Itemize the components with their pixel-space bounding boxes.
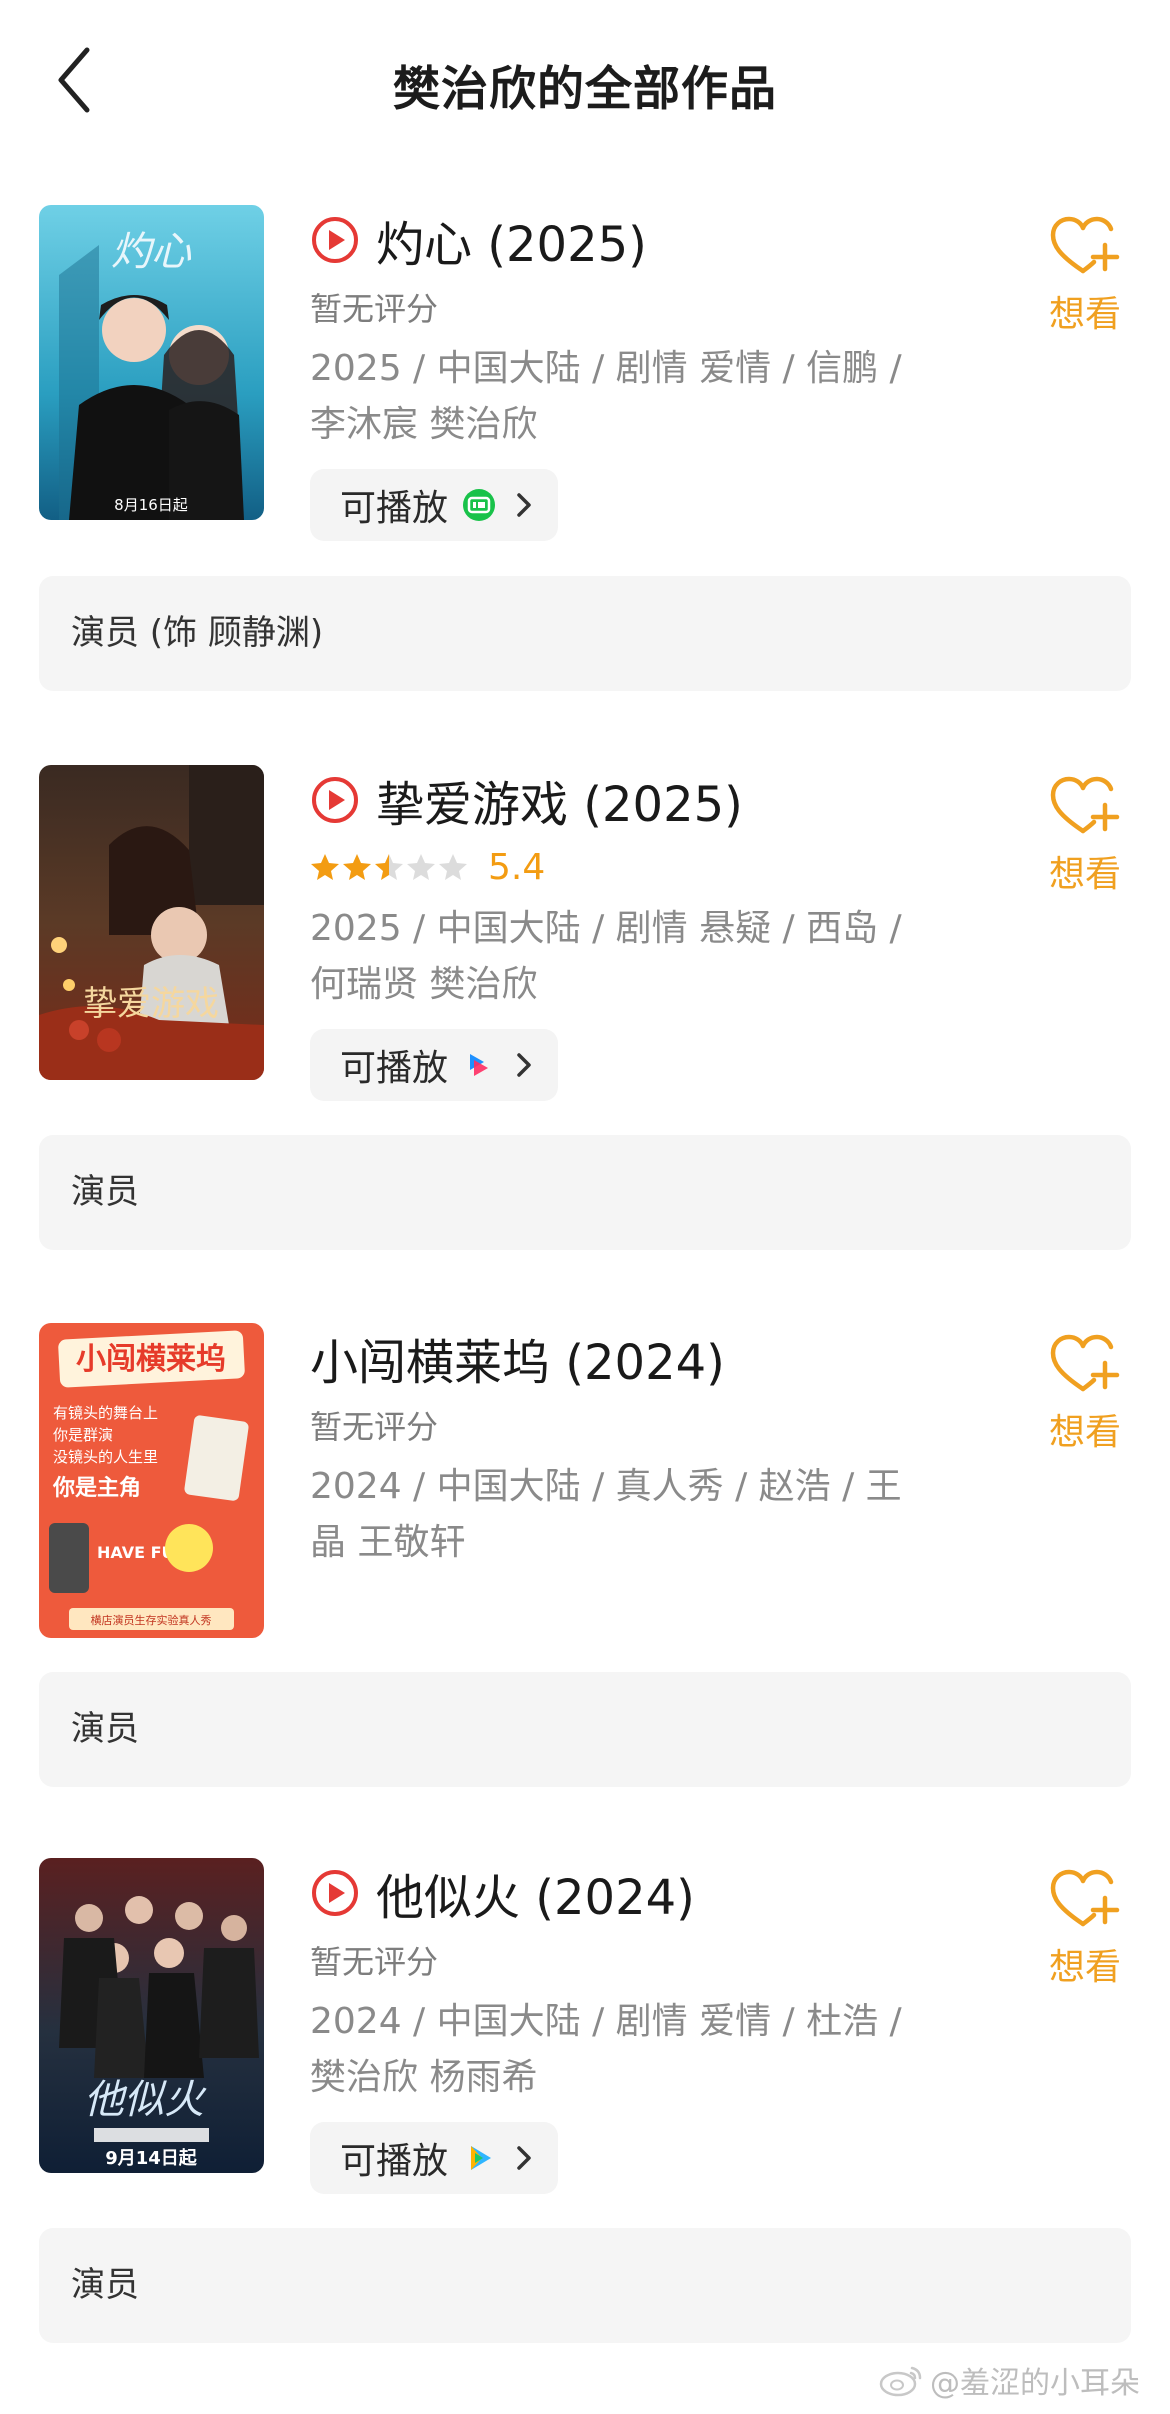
rating: 暂无评分 — [310, 283, 950, 331]
meta-line: 2024 / 中国大陆 / 真人秀 / 赵浩 / 王 — [310, 1466, 902, 1507]
role-box: 演员 — [39, 1135, 1131, 1250]
star-full-icon — [343, 854, 371, 880]
poster-text: 没镜头的人生里 — [53, 1448, 158, 1466]
work-title: 他似火 (2024) — [376, 1870, 695, 1926]
rating: 5.4 — [310, 843, 950, 891]
work-meta: 2024 / 中国大陆 / 剧情 爱情 / 杜浩 / 樊治欣 杨雨希 — [310, 1994, 950, 2106]
poster-title: 挚爱游戏 — [83, 984, 219, 1024]
header: 樊治欣的全部作品 — [0, 0, 1170, 160]
role-box: 演员 — [39, 1672, 1131, 1787]
heart-plus-icon — [1050, 1869, 1120, 1927]
play-icon — [312, 1870, 358, 1916]
poster-caption: 9月14日起 — [105, 2147, 198, 2169]
poster-caption: 8月16日起 — [114, 496, 188, 514]
want-label: 想看 — [1048, 1947, 1121, 1988]
title-row[interactable]: 挚爱游戏 (2025) — [310, 765, 950, 835]
poster-title: 他似火 — [84, 2077, 207, 2123]
star-rating — [310, 852, 470, 882]
work-title: 小闯横莱坞 (2024) — [310, 1335, 725, 1391]
play-label: 可播放 — [340, 2141, 449, 2182]
work-title: 灼心 (2025) — [376, 217, 647, 273]
poster-image[interactable]: 小闯横莱坞 有镜头的舞台上 你是群演 没镜头的人生里 你是主角 HAVE FUN… — [39, 1323, 264, 1638]
poster-title: 灼心 — [111, 229, 192, 275]
work-info: 他似火 (2024) 暂无评分 2024 / 中国大陆 / 剧情 爱情 / 杜浩… — [310, 1858, 950, 2194]
works-page: 樊治欣的全部作品 8月16日起 灼心 灼心 (2025) 暂无评分 2025 /… — [0, 0, 1170, 2414]
meta-line: 2024 / 中国大陆 / 剧情 爱情 / 杜浩 / — [310, 2001, 902, 2042]
star-empty-icon — [439, 854, 467, 880]
meta-line: 晶 王敬轩 — [310, 1522, 466, 1563]
want-to-watch-button[interactable]: 想看 — [1030, 1868, 1140, 1990]
poster-text: 你是主角 — [52, 1475, 141, 1501]
play-button[interactable]: 可播放 — [310, 469, 559, 541]
heart-plus-icon — [1050, 776, 1120, 834]
play-label: 可播放 — [340, 488, 449, 529]
poster-image[interactable]: 他似火 9月14日起 — [39, 1858, 264, 2173]
rating-text: 暂无评分 — [310, 290, 439, 328]
chevron-right-icon — [517, 1053, 531, 1077]
rating-text: 暂无评分 — [310, 1408, 439, 1446]
poster-image[interactable]: 挚爱游戏 — [39, 765, 264, 1080]
want-to-watch-button[interactable]: 想看 — [1030, 215, 1140, 337]
work-info: 挚爱游戏 (2025) 5.4 2025 / 中国大陆 / 剧情 悬疑 / 西岛… — [310, 765, 950, 1101]
title-row[interactable]: 灼心 (2025) — [310, 205, 950, 275]
watermark: @羞涩的小耳朵 — [878, 2358, 1140, 2402]
poster-text: 你是群演 — [53, 1426, 113, 1444]
want-label: 想看 — [1048, 854, 1121, 895]
chevron-right-icon — [517, 2146, 531, 2170]
iqiyi-icon — [463, 489, 496, 521]
work-meta: 2024 / 中国大陆 / 真人秀 / 赵浩 / 王 晶 王敬轩 — [310, 1459, 950, 1571]
rating: 暂无评分 — [310, 1936, 950, 1984]
star-half-icon — [375, 854, 403, 880]
page-title: 樊治欣的全部作品 — [393, 62, 777, 117]
rating: 暂无评分 — [310, 1401, 950, 1449]
want-to-watch-button[interactable]: 想看 — [1030, 1333, 1140, 1455]
meta-line: 2025 / 中国大陆 / 剧情 爱情 / 信鹏 / — [310, 348, 902, 389]
rating-text: 暂无评分 — [310, 1943, 439, 1981]
work-title: 挚爱游戏 (2025) — [376, 777, 743, 833]
poster-text: 横店演员生存实验真人秀 — [91, 1613, 212, 1627]
play-button[interactable]: 可播放 — [310, 1029, 559, 1101]
play-label: 可播放 — [340, 1048, 449, 1089]
watermark-text: @羞涩的小耳朵 — [930, 2366, 1140, 2401]
star-full-icon — [311, 854, 339, 880]
meta-line: 2025 / 中国大陆 / 剧情 悬疑 / 西岛 / — [310, 908, 902, 949]
want-label: 想看 — [1048, 294, 1121, 335]
youku-icon — [470, 1054, 489, 1076]
poster-title: 小闯横莱坞 — [76, 1342, 226, 1377]
heart-plus-icon — [1050, 216, 1120, 274]
poster-text: 有镜头的舞台上 — [53, 1404, 158, 1422]
play-button[interactable]: 可播放 — [310, 2122, 559, 2194]
role-box: 演员 (饰 顾静渊) — [39, 576, 1131, 691]
tencent-video-icon — [471, 2146, 492, 2170]
meta-line: 李沐宸 樊治欣 — [310, 404, 538, 445]
want-to-watch-button[interactable]: 想看 — [1030, 775, 1140, 897]
want-label: 想看 — [1048, 1412, 1121, 1453]
score: 5.4 — [488, 846, 546, 888]
play-icon — [312, 777, 358, 823]
title-row[interactable]: 小闯横莱坞 (2024) — [310, 1323, 950, 1393]
heart-plus-icon — [1050, 1334, 1120, 1392]
title-row[interactable]: 他似火 (2024) — [310, 1858, 950, 1928]
meta-line: 何瑞贤 樊治欣 — [310, 964, 538, 1005]
meta-line: 樊治欣 杨雨希 — [310, 2057, 538, 2098]
work-meta: 2025 / 中国大陆 / 剧情 爱情 / 信鹏 / 李沐宸 樊治欣 — [310, 341, 950, 453]
poster-image[interactable]: 8月16日起 灼心 — [39, 205, 264, 520]
work-meta: 2025 / 中国大陆 / 剧情 悬疑 / 西岛 / 何瑞贤 樊治欣 — [310, 901, 950, 1013]
play-icon — [312, 217, 358, 263]
star-empty-icon — [407, 854, 435, 880]
work-info: 灼心 (2025) 暂无评分 2025 / 中国大陆 / 剧情 爱情 / 信鹏 … — [310, 205, 950, 541]
work-info: 小闯横莱坞 (2024) 暂无评分 2024 / 中国大陆 / 真人秀 / 赵浩… — [310, 1323, 950, 1571]
chevron-right-icon — [517, 493, 531, 517]
weibo-icon — [879, 2366, 922, 2397]
role-box: 演员 — [39, 2228, 1131, 2343]
